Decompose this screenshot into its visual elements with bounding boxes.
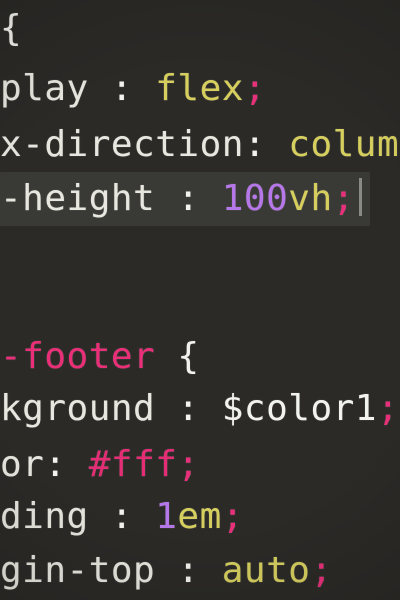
code-token: #fff	[88, 444, 178, 485]
code-token: :	[44, 444, 89, 485]
code-token: ;	[332, 178, 355, 219]
code-line[interactable]: ding : 1em;	[0, 490, 400, 544]
code-line[interactable]	[0, 282, 400, 336]
code-token: ding	[0, 496, 89, 537]
text-cursor	[358, 178, 362, 216]
code-token: ;	[243, 68, 267, 109]
code-token: em	[177, 496, 222, 537]
code-token: $color1	[221, 388, 377, 429]
code-token: 1	[155, 496, 178, 537]
code-token: kground	[0, 388, 156, 429]
code-token: ;	[376, 388, 400, 429]
code-token: flex	[155, 68, 244, 109]
code-line[interactable]	[0, 226, 400, 280]
code-token: or	[0, 444, 45, 485]
code-line[interactable]: {	[0, 2, 400, 56]
code-token: ;	[221, 496, 244, 537]
code-token: ;	[177, 444, 200, 485]
code-token: :	[155, 178, 222, 219]
code-token: colum	[288, 124, 400, 165]
code-token: gin-top	[0, 550, 156, 591]
code-token: vh	[288, 178, 333, 219]
code-token: :	[243, 124, 289, 165]
code-token: :	[155, 550, 222, 591]
code-line[interactable]: -height : 100vh;	[0, 172, 370, 226]
code-line[interactable]: gin-top : auto;	[0, 544, 400, 598]
code-token: :	[88, 68, 156, 109]
code-token: auto	[221, 550, 311, 591]
code-line[interactable]: or: #fff;	[0, 438, 400, 492]
code-editor[interactable]: {play : flex; x-direction: colum -height :…	[0, 0, 400, 600]
code-line[interactable]: -footer {	[0, 330, 400, 384]
code-token: x-direction	[0, 124, 244, 165]
code-token: play	[0, 68, 89, 109]
code-token: :	[155, 388, 222, 429]
code-token: ;	[310, 550, 333, 591]
code-line[interactable]: play : flex;	[0, 62, 400, 116]
code-token: {	[155, 336, 200, 377]
code-token: 100	[221, 178, 289, 219]
code-token: :	[88, 496, 156, 537]
code-token: -footer	[0, 336, 156, 377]
code-token: -height	[0, 178, 156, 219]
code-line[interactable]: x-direction: colum	[0, 118, 400, 172]
code-line[interactable]: kground : $color1;	[0, 382, 400, 436]
code-token: {	[0, 8, 23, 49]
